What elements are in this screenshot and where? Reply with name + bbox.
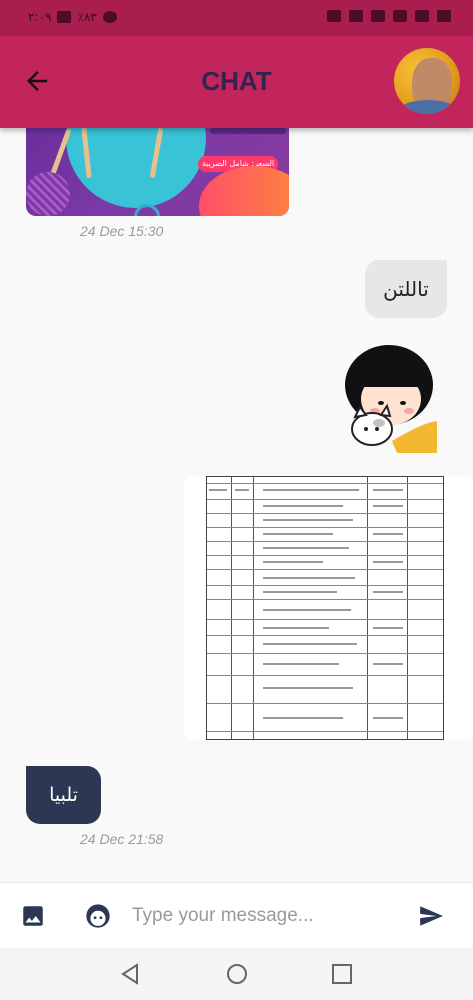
battery-icon [57,11,72,23]
table-ink [263,505,343,507]
table-line [253,477,254,739]
table-ink [373,533,403,535]
usb-icon [371,10,385,22]
table-ink [263,533,333,535]
avatar[interactable] [394,48,460,114]
table-line [207,731,443,732]
message-timestamp: 24 Dec 21:58 [80,831,164,847]
table-ink [263,519,353,521]
table-ink [263,687,353,689]
table-ink [263,489,359,491]
wifi-icon [393,10,407,22]
document-image-message[interactable] [184,476,473,740]
image-shape [210,128,286,134]
system-nav-bar [0,948,473,1000]
nav-home-icon[interactable] [225,962,249,986]
battery-text: ٪٨٣ [77,10,97,24]
signal-icon-2 [437,10,451,22]
table-ink [263,643,357,645]
table-ink [263,627,329,629]
image-shape [199,166,289,216]
message-list[interactable]: السعر: شامل الضريبة 24 Dec 15:30 تاللتن [0,128,473,882]
table-ink [263,561,323,563]
status-right [327,10,451,22]
table-line [207,635,443,636]
table-line [207,653,443,654]
avatar-shirt [400,100,456,114]
table-ink [263,577,355,579]
nav-back-icon[interactable] [118,962,142,986]
image-icon[interactable] [20,903,46,929]
table-line [207,513,443,514]
table-line [207,703,443,704]
incoming-message-bubble[interactable]: تلبيا [26,766,101,824]
status-bar: ٢:٠٩ ٪٨٣ [0,0,473,36]
message-input[interactable] [132,901,392,931]
table-ink [373,663,403,665]
table-ink [209,489,227,491]
signal-icon [415,10,429,22]
table-ink [263,663,339,665]
table-line [407,477,408,739]
table-line [207,527,443,528]
table-ink [263,547,349,549]
table-ink [373,591,403,593]
table-line [207,555,443,556]
table-line [207,585,443,586]
table-line [207,619,443,620]
schedule-table-image [206,476,444,740]
table-ink [373,489,403,491]
table-line [207,499,443,500]
emoji-face-icon[interactable] [84,902,112,930]
app-bar: CHAT [0,36,473,128]
table-ink [373,561,403,563]
send-icon[interactable] [417,903,445,929]
table-line [207,569,443,570]
table-ink [263,609,351,611]
table-ink [373,627,403,629]
table-line [207,483,443,484]
table-line [231,477,232,739]
table-ink [373,717,403,719]
facebook-icon [349,10,363,22]
message-timestamp: 24 Dec 15:30 [80,223,164,239]
table-ink [235,489,249,491]
table-line [207,675,443,676]
sticker-image[interactable] [337,343,437,453]
message-composer [0,882,473,948]
image-shape [26,172,70,216]
nav-recents-icon[interactable] [330,962,354,986]
table-ink [263,717,343,719]
image-message[interactable]: السعر: شامل الضريبة [26,128,289,216]
table-line [207,541,443,542]
table-ink [373,505,403,507]
twitter-icon [327,10,341,22]
table-line [367,477,368,739]
alarm-icon [102,11,117,23]
table-line [207,599,443,600]
table-ink [263,591,337,593]
status-left: ٢:٠٩ ٪٨٣ [28,10,117,24]
outgoing-message-bubble[interactable]: تاللتن [365,260,447,318]
clock-text: ٢:٠٩ [28,10,52,24]
